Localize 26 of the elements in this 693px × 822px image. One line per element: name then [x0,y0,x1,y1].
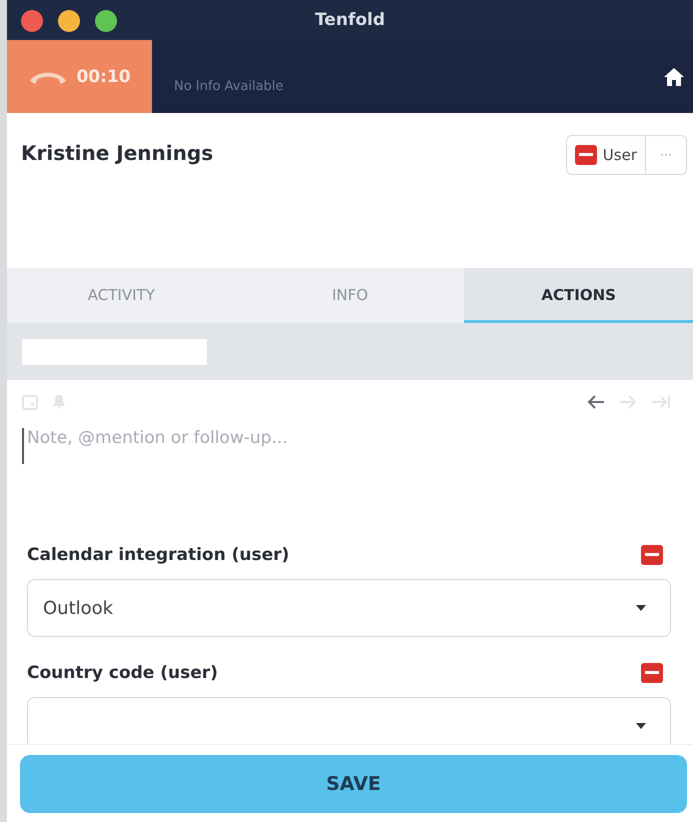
field-label: Country code (user) [27,663,218,683]
calendar-icon[interactable] [22,394,38,410]
dropdown-value: Outlook [43,598,114,618]
new-badge-icon [574,145,597,165]
field-label: Calendar integration (user) [27,545,290,565]
caret-icon [636,605,646,611]
save-button[interactable]: SAVE [20,754,687,812]
contact-name: Kristine Jennings [21,141,214,165]
arrow-to-end-icon[interactable] [651,395,671,409]
close-button[interactable] [21,10,43,32]
bell-icon[interactable] [52,394,66,410]
caret-icon [636,723,646,729]
caller-info: No Info Available [174,79,284,94]
new-badge-icon [641,545,663,565]
home-icon[interactable] [663,66,685,86]
dropdown[interactable]: Outlook [27,579,671,637]
minimize-button[interactable] [58,10,80,32]
left-arrow-icon[interactable] [587,395,605,409]
call-timer: 00:10 [76,66,131,86]
maximize-button[interactable] [95,10,117,32]
right-arrow-icon[interactable] [619,395,637,409]
user-button[interactable]: User [566,136,646,174]
input-field[interactable] [22,338,207,364]
new-badge-icon [641,663,663,683]
window-title: Tenfold [314,10,386,30]
tab[interactable]: ACTIONS [464,268,693,323]
